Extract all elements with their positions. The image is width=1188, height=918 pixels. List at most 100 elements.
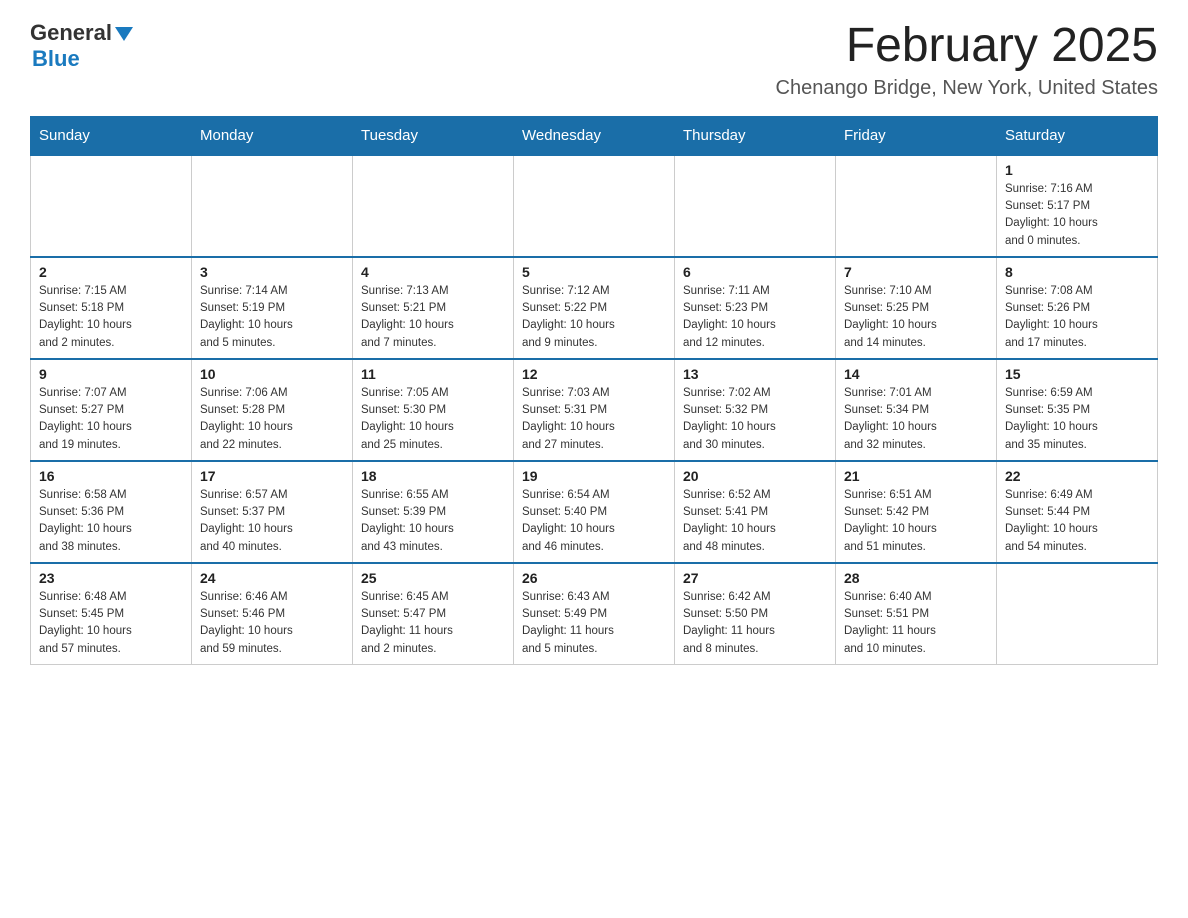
day-number: 1 bbox=[1005, 162, 1149, 178]
calendar-cell: 26Sunrise: 6:43 AMSunset: 5:49 PMDayligh… bbox=[514, 563, 675, 665]
calendar-cell: 22 Sunrise: 6:49 AMSunset: 5:44 PMDayligh… bbox=[997, 461, 1158, 563]
logo: General Blue bbox=[30, 20, 133, 72]
day-info: Sunrise: 6:57 AMSunset: 5:37 PMDaylight:… bbox=[200, 487, 344, 556]
day-info: Sunrise: 6:49 AMSunset: 5:44 PMDaylight:… bbox=[1005, 487, 1149, 556]
calendar-cell: 25 Sunrise: 6:45 AMSunset: 5:47 PMDayligh… bbox=[353, 563, 514, 665]
calendar-cell: 11 Sunrise: 7:05 AMSunset: 5:30 PMDayligh… bbox=[353, 359, 514, 461]
calendar-cell: 24 Sunrise: 6:46 AMSunset: 5:46 PMDayligh… bbox=[192, 563, 353, 665]
column-header-tuesday: Tuesday bbox=[353, 116, 514, 155]
calendar-cell: 27 Sunrise: 6:42 AMSunset: 5:50 PMDayligh… bbox=[675, 563, 836, 665]
day-info: Sunrise: 7:01 AMSunset: 5:34 PMDaylight:… bbox=[844, 385, 988, 454]
day-info: Sunrise: 6:59 AMSunset: 5:35 PMDaylight:… bbox=[1005, 385, 1149, 454]
day-number: 17 bbox=[200, 468, 344, 484]
day-number: 11 bbox=[361, 366, 505, 382]
day-number: 20 bbox=[683, 468, 827, 484]
day-info: Sunrise: 7:16 AMSunset: 5:17 PMDaylight:… bbox=[1005, 181, 1149, 250]
calendar-cell bbox=[31, 155, 192, 257]
column-header-thursday: Thursday bbox=[675, 116, 836, 155]
calendar-cell: 2 Sunrise: 7:15 AMSunset: 5:18 PMDaylight… bbox=[31, 257, 192, 359]
day-number: 9 bbox=[39, 366, 183, 382]
day-number: 12 bbox=[522, 366, 666, 382]
column-header-friday: Friday bbox=[836, 116, 997, 155]
calendar-table: SundayMondayTuesdayWednesdayThursdayFrid… bbox=[30, 116, 1158, 665]
day-info: Sunrise: 6:43 AMSunset: 5:49 PMDaylight:… bbox=[522, 589, 666, 658]
day-info: Sunrise: 6:45 AMSunset: 5:47 PMDaylight:… bbox=[361, 589, 505, 658]
calendar-cell: 6 Sunrise: 7:11 AMSunset: 5:23 PMDaylight… bbox=[675, 257, 836, 359]
day-info: Sunrise: 7:06 AMSunset: 5:28 PMDaylight:… bbox=[200, 385, 344, 454]
day-info: Sunrise: 6:58 AMSunset: 5:36 PMDaylight:… bbox=[39, 487, 183, 556]
calendar-week-row: 1 Sunrise: 7:16 AMSunset: 5:17 PMDaylight… bbox=[31, 155, 1158, 257]
day-info: Sunrise: 7:05 AMSunset: 5:30 PMDaylight:… bbox=[361, 385, 505, 454]
calendar-cell bbox=[997, 563, 1158, 665]
day-info: Sunrise: 7:12 AMSunset: 5:22 PMDaylight:… bbox=[522, 283, 666, 352]
day-number: 3 bbox=[200, 264, 344, 280]
calendar-cell: 20 Sunrise: 6:52 AMSunset: 5:41 PMDayligh… bbox=[675, 461, 836, 563]
calendar-cell bbox=[675, 155, 836, 257]
day-info: Sunrise: 6:40 AMSunset: 5:51 PMDaylight:… bbox=[844, 589, 988, 658]
logo-arrow-icon bbox=[115, 27, 133, 41]
day-number: 28 bbox=[844, 570, 988, 586]
calendar-cell: 12 Sunrise: 7:03 AMSunset: 5:31 PMDayligh… bbox=[514, 359, 675, 461]
logo-general-text: General bbox=[30, 20, 112, 46]
day-info: Sunrise: 6:54 AMSunset: 5:40 PMDaylight:… bbox=[522, 487, 666, 556]
day-number: 18 bbox=[361, 468, 505, 484]
day-number: 27 bbox=[683, 570, 827, 586]
calendar-cell: 19 Sunrise: 6:54 AMSunset: 5:40 PMDayligh… bbox=[514, 461, 675, 563]
calendar-week-row: 9 Sunrise: 7:07 AMSunset: 5:27 PMDaylight… bbox=[31, 359, 1158, 461]
day-info: Sunrise: 7:15 AMSunset: 5:18 PMDaylight:… bbox=[39, 283, 183, 352]
calendar-cell: 9 Sunrise: 7:07 AMSunset: 5:27 PMDaylight… bbox=[31, 359, 192, 461]
page-title: February 2025 bbox=[776, 20, 1158, 73]
calendar-cell: 3Sunrise: 7:14 AMSunset: 5:19 PMDaylight… bbox=[192, 257, 353, 359]
column-header-sunday: Sunday bbox=[31, 116, 192, 155]
calendar-cell: 7Sunrise: 7:10 AMSunset: 5:25 PMDaylight… bbox=[836, 257, 997, 359]
day-number: 21 bbox=[844, 468, 988, 484]
calendar-cell: 1 Sunrise: 7:16 AMSunset: 5:17 PMDaylight… bbox=[997, 155, 1158, 257]
calendar-header-row: SundayMondayTuesdayWednesdayThursdayFrid… bbox=[31, 116, 1158, 155]
day-info: Sunrise: 6:55 AMSunset: 5:39 PMDaylight:… bbox=[361, 487, 505, 556]
day-info: Sunrise: 6:42 AMSunset: 5:50 PMDaylight:… bbox=[683, 589, 827, 658]
calendar-week-row: 23 Sunrise: 6:48 AMSunset: 5:45 PMDayligh… bbox=[31, 563, 1158, 665]
day-info: Sunrise: 7:11 AMSunset: 5:23 PMDaylight:… bbox=[683, 283, 827, 352]
calendar-cell: 28 Sunrise: 6:40 AMSunset: 5:51 PMDayligh… bbox=[836, 563, 997, 665]
day-info: Sunrise: 7:03 AMSunset: 5:31 PMDaylight:… bbox=[522, 385, 666, 454]
day-number: 15 bbox=[1005, 366, 1149, 382]
day-number: 16 bbox=[39, 468, 183, 484]
calendar-cell: 18 Sunrise: 6:55 AMSunset: 5:39 PMDayligh… bbox=[353, 461, 514, 563]
day-number: 22 bbox=[1005, 468, 1149, 484]
column-header-wednesday: Wednesday bbox=[514, 116, 675, 155]
calendar-cell bbox=[514, 155, 675, 257]
calendar-cell: 23 Sunrise: 6:48 AMSunset: 5:45 PMDayligh… bbox=[31, 563, 192, 665]
day-number: 4 bbox=[361, 264, 505, 280]
calendar-week-row: 16 Sunrise: 6:58 AMSunset: 5:36 PMDayligh… bbox=[31, 461, 1158, 563]
page-header: General Blue February 2025 Chenango Brid… bbox=[30, 20, 1158, 100]
day-number: 6 bbox=[683, 264, 827, 280]
day-number: 19 bbox=[522, 468, 666, 484]
day-info: Sunrise: 7:08 AMSunset: 5:26 PMDaylight:… bbox=[1005, 283, 1149, 352]
day-info: Sunrise: 7:10 AMSunset: 5:25 PMDaylight:… bbox=[844, 283, 988, 352]
subtitle: Chenango Bridge, New York, United States bbox=[776, 77, 1158, 100]
day-number: 25 bbox=[361, 570, 505, 586]
calendar-week-row: 2 Sunrise: 7:15 AMSunset: 5:18 PMDaylight… bbox=[31, 257, 1158, 359]
day-number: 23 bbox=[39, 570, 183, 586]
calendar-cell: 5 Sunrise: 7:12 AMSunset: 5:22 PMDaylight… bbox=[514, 257, 675, 359]
calendar-cell: 10Sunrise: 7:06 AMSunset: 5:28 PMDayligh… bbox=[192, 359, 353, 461]
calendar-cell: 16 Sunrise: 6:58 AMSunset: 5:36 PMDayligh… bbox=[31, 461, 192, 563]
day-number: 24 bbox=[200, 570, 344, 586]
calendar-cell: 14Sunrise: 7:01 AMSunset: 5:34 PMDayligh… bbox=[836, 359, 997, 461]
calendar-cell: 21 Sunrise: 6:51 AMSunset: 5:42 PMDayligh… bbox=[836, 461, 997, 563]
logo-blue-text: Blue bbox=[32, 46, 80, 72]
day-info: Sunrise: 6:52 AMSunset: 5:41 PMDaylight:… bbox=[683, 487, 827, 556]
day-info: Sunrise: 7:07 AMSunset: 5:27 PMDaylight:… bbox=[39, 385, 183, 454]
day-info: Sunrise: 6:48 AMSunset: 5:45 PMDaylight:… bbox=[39, 589, 183, 658]
title-section: February 2025 Chenango Bridge, New York,… bbox=[776, 20, 1158, 100]
day-info: Sunrise: 7:02 AMSunset: 5:32 PMDaylight:… bbox=[683, 385, 827, 454]
day-info: Sunrise: 6:46 AMSunset: 5:46 PMDaylight:… bbox=[200, 589, 344, 658]
day-info: Sunrise: 6:51 AMSunset: 5:42 PMDaylight:… bbox=[844, 487, 988, 556]
calendar-cell bbox=[353, 155, 514, 257]
day-number: 2 bbox=[39, 264, 183, 280]
calendar-cell: 15 Sunrise: 6:59 AMSunset: 5:35 PMDayligh… bbox=[997, 359, 1158, 461]
day-number: 5 bbox=[522, 264, 666, 280]
calendar-cell bbox=[836, 155, 997, 257]
column-header-saturday: Saturday bbox=[997, 116, 1158, 155]
calendar-cell: 8Sunrise: 7:08 AMSunset: 5:26 PMDaylight… bbox=[997, 257, 1158, 359]
